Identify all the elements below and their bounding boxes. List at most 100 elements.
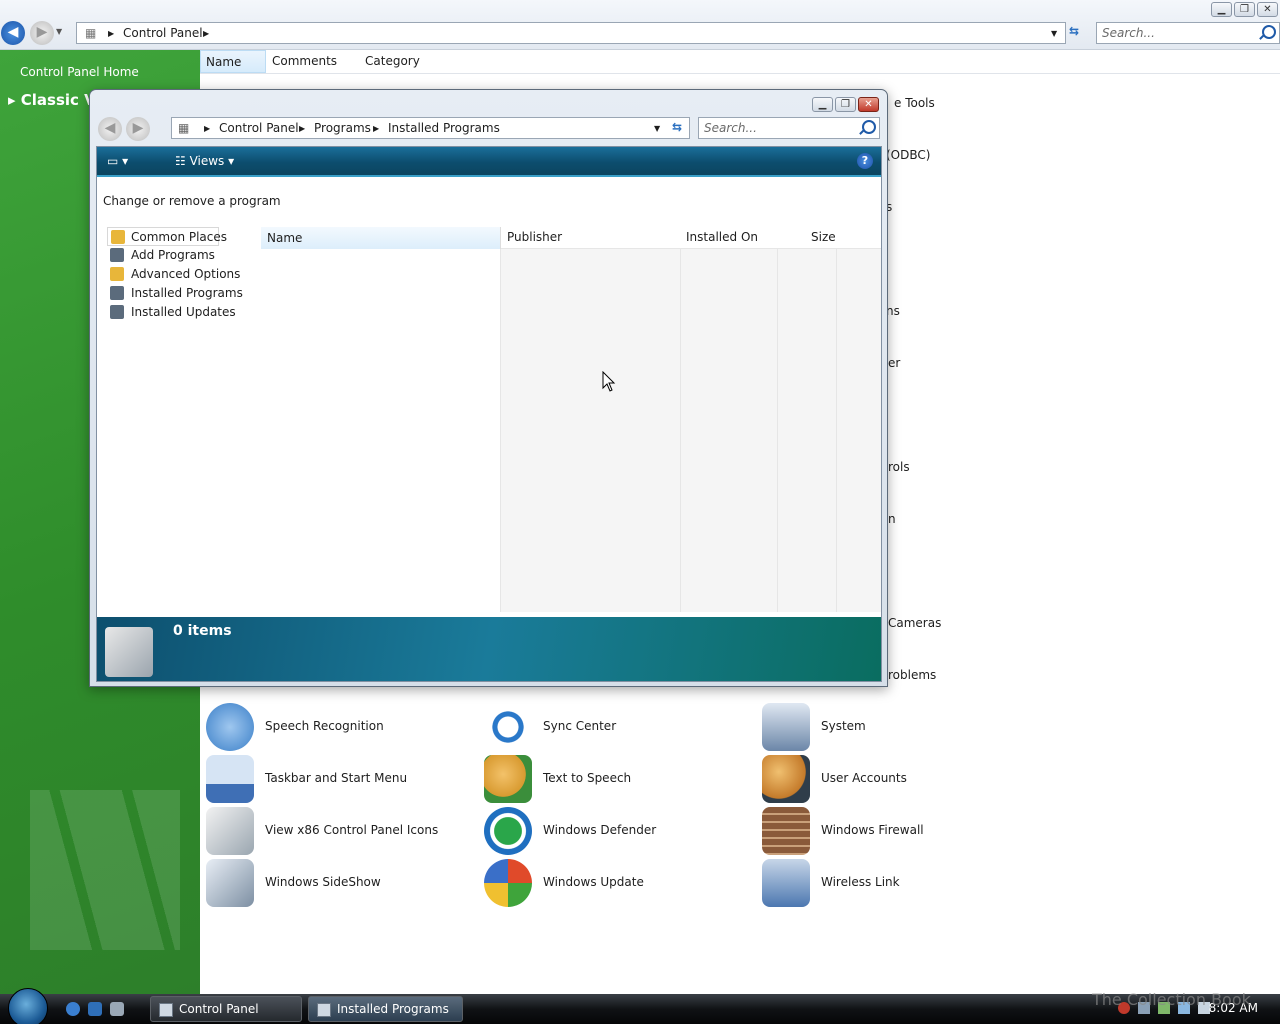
back-button[interactable]: ◀ bbox=[1, 21, 25, 45]
cp-item-label: Wireless Link bbox=[821, 875, 900, 889]
installed-on-column-area bbox=[681, 249, 778, 612]
size-column-area bbox=[778, 249, 837, 612]
taskbar-icon bbox=[206, 755, 254, 803]
place-installed-updates[interactable]: Installed Updates bbox=[107, 303, 257, 322]
close-button[interactable]: ✕ bbox=[858, 97, 879, 112]
breadcrumb-control-panel[interactable]: Control Panel bbox=[123, 26, 203, 40]
views-button[interactable]: ☷ Views ▾ bbox=[175, 154, 234, 168]
column-name[interactable]: Name bbox=[261, 227, 501, 249]
switch-windows-icon[interactable] bbox=[110, 1002, 124, 1016]
column-category[interactable]: Category bbox=[365, 54, 420, 68]
list-header: Name Publisher Installed On Size bbox=[261, 227, 881, 249]
cp-item-windows-sideshow[interactable]: Windows SideShow bbox=[206, 859, 476, 907]
cp-item-label: Sync Center bbox=[543, 719, 617, 733]
address-bar[interactable]: ▦ ▶ Control Panel ▶ ▼ bbox=[76, 22, 1066, 44]
column-name[interactable]: Name bbox=[200, 50, 266, 73]
partial-label[interactable]: n bbox=[888, 512, 896, 526]
cp-item-sync-center[interactable]: Sync Center bbox=[484, 703, 754, 751]
breadcrumb-separator-icon: ▶ bbox=[299, 124, 306, 133]
partial-label[interactable]: roblems bbox=[888, 668, 936, 682]
control-panel-icon bbox=[206, 807, 254, 855]
minimize-button[interactable]: ▁ bbox=[812, 97, 833, 112]
recent-pages-arrow-icon[interactable]: ▼ bbox=[56, 27, 62, 36]
search-input[interactable]: Search... bbox=[698, 117, 880, 139]
partial-label[interactable]: rols bbox=[888, 460, 910, 474]
layout-icon[interactable]: ▭ ▾ bbox=[107, 154, 128, 168]
partial-label[interactable]: e Tools bbox=[894, 96, 935, 110]
address-dropdown-icon[interactable]: ▼ bbox=[1051, 29, 1057, 38]
search-placeholder: Search... bbox=[704, 121, 757, 135]
column-publisher[interactable]: Publisher bbox=[507, 230, 562, 244]
cp-item-label: Taskbar and Start Menu bbox=[265, 771, 408, 785]
partial-label[interactable]: Cameras bbox=[888, 616, 941, 630]
address-dropdown-icon[interactable]: ▼ bbox=[654, 124, 660, 133]
partial-label[interactable]: er bbox=[888, 356, 900, 370]
control-panel-icon bbox=[159, 1003, 173, 1017]
internet-explorer-icon[interactable] bbox=[66, 1002, 80, 1016]
breadcrumb-programs[interactable]: Programs bbox=[314, 121, 371, 135]
cp-item-windows-firewall[interactable]: Windows Firewall bbox=[762, 807, 1032, 855]
help-icon[interactable]: ? bbox=[857, 153, 873, 169]
cp-item-windows-update[interactable]: Windows Update bbox=[484, 859, 754, 907]
classic-view-link[interactable]: ▸ Classic Vi bbox=[8, 91, 101, 109]
breadcrumb-separator-icon: ▶ bbox=[373, 124, 380, 133]
place-installed-programs[interactable]: Installed Programs bbox=[107, 284, 257, 303]
views-label: Views bbox=[189, 154, 225, 168]
place-advanced-options[interactable]: Advanced Options bbox=[107, 265, 257, 284]
column-comments[interactable]: Comments bbox=[272, 54, 337, 68]
programs-icon: ▦ bbox=[178, 121, 190, 135]
microphone-icon bbox=[206, 703, 254, 751]
cp-item-user-accounts[interactable]: User Accounts bbox=[762, 755, 1032, 803]
programs-list[interactable]: Name Publisher Installed On Size bbox=[261, 227, 881, 612]
users-icon bbox=[762, 755, 810, 803]
control-panel-home-link[interactable]: Control Panel Home bbox=[20, 65, 139, 79]
search-input[interactable]: Search... bbox=[1096, 22, 1280, 44]
breadcrumb-control-panel[interactable]: Control Panel bbox=[219, 121, 299, 135]
place-common-places[interactable]: Common Places bbox=[107, 227, 227, 246]
cp-item-label: View x86 Control Panel Icons bbox=[265, 823, 439, 837]
search-icon[interactable] bbox=[1262, 25, 1276, 39]
restore-button[interactable]: ❐ bbox=[835, 97, 856, 112]
taskbar-button-installed-programs[interactable]: Installed Programs bbox=[308, 996, 463, 1022]
cp-item-windows-defender[interactable]: Windows Defender bbox=[484, 807, 754, 855]
cp-item-speech-recognition[interactable]: Speech Recognition bbox=[206, 703, 476, 751]
command-bar: ▭ ▾ ☷ Views ▾ ? bbox=[97, 147, 881, 177]
restore-button[interactable]: ❐ bbox=[1234, 2, 1255, 17]
cp-item-label: Windows Defender bbox=[543, 823, 657, 837]
name-column-area bbox=[261, 249, 501, 612]
forward-button[interactable]: ▶ bbox=[30, 21, 54, 45]
cp-item-label: Text to Speech bbox=[543, 771, 632, 785]
laptop-icon bbox=[762, 859, 810, 907]
taskbar: Control Panel Installed Programs 8:02 AM bbox=[0, 988, 1280, 1024]
extra-column-area bbox=[837, 249, 881, 612]
place-add-programs[interactable]: Add Programs bbox=[107, 246, 257, 265]
partial-label[interactable]: (ODBC) bbox=[886, 148, 930, 162]
search-icon[interactable] bbox=[862, 120, 876, 134]
close-button[interactable]: ✕ bbox=[1257, 2, 1278, 17]
mouse-cursor-icon bbox=[602, 371, 616, 392]
programs-icon bbox=[110, 286, 124, 300]
start-button[interactable] bbox=[8, 988, 48, 1024]
watermark-text: The Collection Book bbox=[1092, 990, 1251, 1009]
cp-item-view-x86[interactable]: View x86 Control Panel Icons bbox=[206, 807, 476, 855]
taskbar-button-control-panel[interactable]: Control Panel bbox=[150, 996, 302, 1022]
back-button[interactable]: ◀ bbox=[98, 117, 122, 141]
address-bar[interactable]: ▦ ▶ Control Panel ▶ Programs ▶ Installed… bbox=[171, 117, 690, 139]
cp-item-taskbar-start-menu[interactable]: Taskbar and Start Menu bbox=[206, 755, 476, 803]
cp-item-label: Windows SideShow bbox=[265, 875, 381, 889]
partial-label[interactable]: ns bbox=[886, 304, 900, 318]
breadcrumb-installed-programs[interactable]: Installed Programs bbox=[388, 121, 500, 135]
column-installed-on[interactable]: Installed On bbox=[686, 230, 758, 244]
computer-check-icon bbox=[762, 703, 810, 751]
programs-icon bbox=[317, 1003, 331, 1017]
minimize-button[interactable]: ▁ bbox=[1211, 2, 1232, 17]
cp-item-text-to-speech[interactable]: Text to Speech bbox=[484, 755, 754, 803]
column-size[interactable]: Size bbox=[811, 230, 836, 244]
email-icon[interactable] bbox=[88, 1002, 102, 1016]
refresh-icon[interactable]: ⇆ bbox=[672, 120, 682, 134]
cp-item-wireless-link[interactable]: Wireless Link bbox=[762, 859, 1032, 907]
forward-button[interactable]: ▶ bbox=[126, 117, 150, 141]
refresh-icon[interactable]: ⇆ bbox=[1069, 24, 1079, 38]
cp-item-system[interactable]: System bbox=[762, 703, 1032, 751]
breadcrumb-separator-icon: ▶ bbox=[204, 124, 211, 133]
